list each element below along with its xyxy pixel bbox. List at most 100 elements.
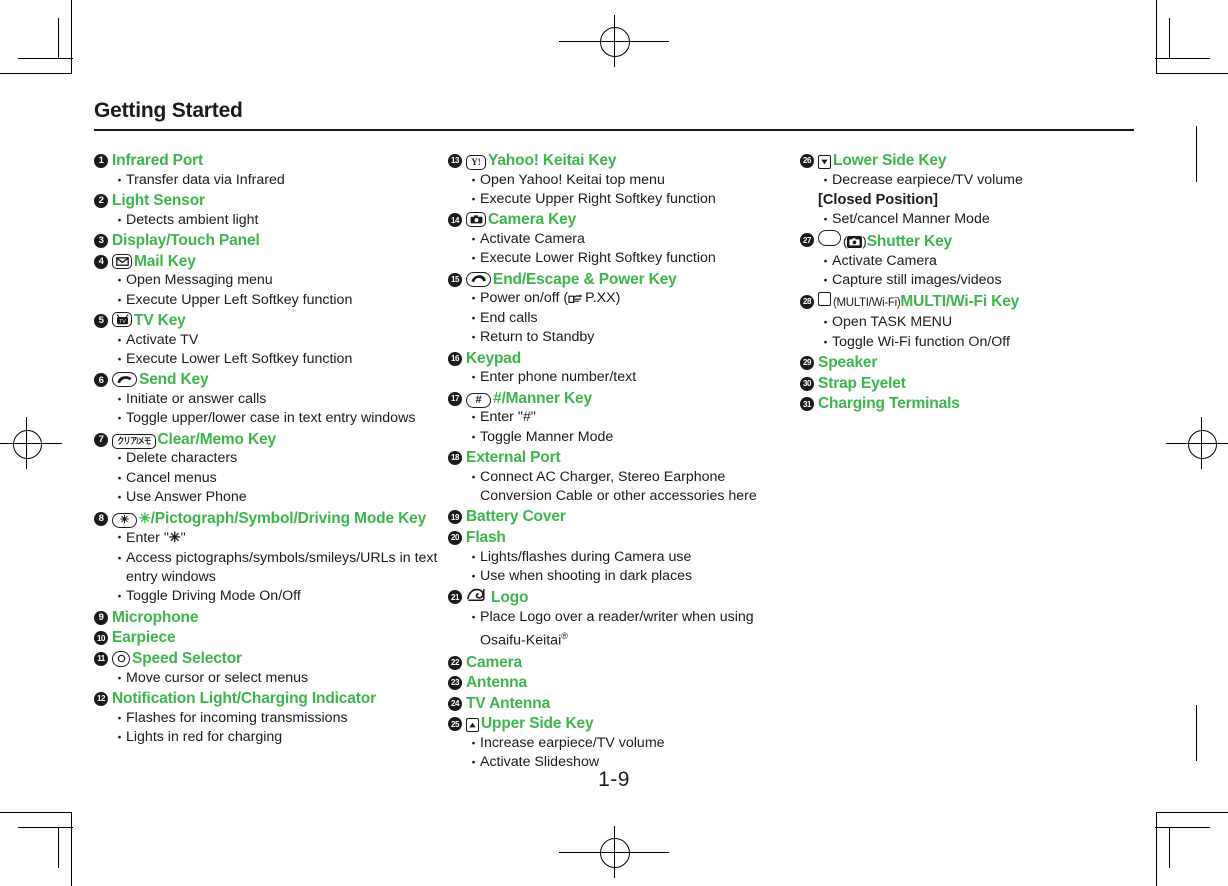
- bullet-dot: ・: [113, 332, 127, 348]
- bullet-dot: ・: [819, 254, 833, 269]
- tv-key-icon: TV: [112, 312, 132, 327]
- entry-label: TV Key: [134, 312, 186, 329]
- entry-heading: 10 Earpiece: [94, 628, 442, 648]
- bullet-dot: ・: [467, 610, 481, 626]
- entry-detail-text: Lights/flashes during Camera use: [480, 548, 692, 565]
- title-divider: [94, 129, 1134, 131]
- entry-detail-text: Flashes for incoming transmissions: [126, 709, 348, 726]
- entry-detail: ・ Enter phone number/text: [448, 368, 793, 387]
- bullet-dot: ・: [819, 212, 833, 227]
- entry-heading: 8 ✳ ✳/Pictograph/Symbol/Driving Mode Key: [94, 509, 442, 529]
- entry-detail-text: Place Logo over a reader/writer when usi…: [480, 609, 754, 650]
- col-2: 13 Y! Yahoo! Keitai Key ・ Open Yahoo! Keitai…: [448, 150, 793, 773]
- entry-detail-text: Power on/off (P.XX): [480, 290, 621, 307]
- entry-heading: 7 クリア/メモ Clear/Memo Key: [94, 430, 442, 450]
- entry-detail: ・ Detects ambient light: [94, 211, 442, 230]
- entry-number: 30: [800, 376, 814, 391]
- feature-entry: 30 Strap Eyelet: [800, 374, 1140, 394]
- entry-detail-text: Enter "#": [480, 409, 536, 426]
- feature-entry: 14 Camera Key ・ Activate Camera ・ Execute Low…: [448, 210, 793, 268]
- bullet-dot: ・: [113, 730, 127, 746]
- entry-detail-text: Cancel menus: [126, 469, 217, 486]
- entry-detail-text: Transfer data via Infrared: [126, 171, 285, 188]
- entry-label: MULTI/Wi-Fi Key: [900, 292, 1020, 310]
- entry-number: 14: [448, 213, 462, 228]
- entry-number: 9: [94, 610, 108, 625]
- feature-entry: 9 Microphone: [94, 608, 442, 628]
- entry-detail: ・ Set/cancel Manner Mode: [800, 210, 1140, 229]
- entry-detail: ・ Connect AC Charger, Stereo Earphone Con…: [448, 468, 793, 507]
- entry-number: 25: [448, 717, 462, 732]
- bullet-dot: ・: [113, 172, 127, 188]
- entry-heading: 14 Camera Key: [448, 210, 793, 230]
- entry-number: 4: [94, 254, 108, 269]
- entry-detail-text: Access pictographs/symbols/smileys/URLs …: [126, 549, 438, 586]
- entry-detail: ・ Activate TV: [94, 331, 442, 350]
- entry-detail-text: Connect AC Charger, Stereo Earphone Conv…: [480, 468, 757, 505]
- entry-heading: 29 Speaker: [800, 353, 1140, 373]
- entry-number: 10: [94, 631, 108, 646]
- entry-detail-text: Initiate or answer calls: [126, 391, 267, 407]
- entry-number: 22: [448, 655, 462, 670]
- entry-number: 1: [94, 154, 108, 168]
- entry-label: Antenna: [466, 674, 527, 692]
- entry-label: #/Manner Key: [493, 389, 592, 407]
- feature-entry: 5 TV TV Key ・ Activate TV ・ Execute Lower Left…: [94, 311, 442, 369]
- entry-detail-text: Use Answer Phone: [126, 489, 247, 506]
- feature-entry: 13 Y! Yahoo! Keitai Key ・ Open Yahoo! Keitai…: [448, 151, 793, 209]
- entry-number: 26: [800, 154, 814, 168]
- entry-heading: 31 Charging Terminals: [800, 394, 1140, 414]
- entry-detail: ・ Toggle Driving Mode On/Off: [94, 587, 442, 606]
- felica-logo-icon: [466, 587, 487, 602]
- entry-detail: ・ Move cursor or select menus: [94, 669, 442, 688]
- feature-entry: 22 Camera: [448, 653, 793, 673]
- feature-entry: 19 Battery Cover: [448, 507, 793, 527]
- entry-label: Mail Key: [134, 252, 196, 270]
- entry-detail-text: Return to Standby: [480, 329, 595, 346]
- entry-detail-text: Activate TV: [126, 331, 199, 348]
- entry-detail: ・ Lights/flashes during Camera use: [448, 548, 793, 567]
- entry-heading: 9 Microphone: [94, 608, 442, 628]
- entry-number: 28: [800, 294, 814, 309]
- feature-entry: 7 クリア/メモ Clear/Memo Key ・ Delete characters ・…: [94, 430, 442, 508]
- page-number: 1-9: [598, 768, 630, 791]
- bullet-dot: ・: [113, 352, 127, 367]
- entry-label: Infrared Port: [112, 152, 204, 169]
- entry-detail-text: Toggle Driving Mode On/Off: [126, 588, 301, 605]
- entry-detail: ・ Lights in red for charging: [94, 728, 442, 747]
- bullet-dot: ・: [113, 589, 127, 605]
- feature-entry: 11 Speed Selector ・ Move cursor or select m…: [94, 649, 442, 688]
- feature-entry: 3 Display/Touch Panel: [94, 231, 442, 251]
- entry-label: ✳/Pictograph/Symbol/Driving Mode Key: [139, 509, 427, 527]
- asterisk-symbol: ✳: [168, 529, 181, 546]
- entry-detail-text: Move cursor or select menus: [126, 669, 309, 686]
- entry-detail: ・ Toggle upper/lower case in text entry w…: [94, 409, 442, 428]
- feature-entry: 17 # #/Manner Key ・ Enter "#" ・ Toggle Manner …: [448, 389, 793, 447]
- entry-label: Upper Side Key: [481, 715, 594, 733]
- entry-detail: ・ Transfer data via Infrared: [94, 171, 442, 190]
- bullet-dot: ・: [467, 410, 481, 426]
- feature-entry: 24 TV Antenna: [448, 694, 793, 714]
- entry-heading: 17 # #/Manner Key: [448, 389, 793, 409]
- feature-entry: 18 External Port ・ Connect AC Charger, Ster…: [448, 448, 793, 506]
- entry-detail: ・ Execute Lower Right Softkey function: [448, 249, 793, 268]
- entry-detail: ・ Capture still images/videos: [800, 271, 1140, 290]
- entry-detail: ・ Toggle Manner Mode: [448, 428, 793, 447]
- bullet-dot: ・: [113, 273, 127, 289]
- entry-heading: 19 Battery Cover: [448, 507, 793, 527]
- entry-detail-text: Execute Lower Right Softkey function: [480, 250, 716, 267]
- bullet-dot: ・: [467, 310, 481, 326]
- feature-entry: 1 Infrared Port ・ Transfer data via Infrare…: [94, 151, 442, 190]
- hash-key-icon: #: [466, 392, 491, 408]
- feature-entry: 6 Send Key ・ Initiate or answer calls ・ Toggl…: [94, 370, 442, 428]
- shutter-key-icon: [818, 230, 841, 247]
- bullet-dot: ・: [113, 212, 127, 228]
- entry-detail: ・ Power on/off (P.XX): [448, 289, 793, 308]
- entry-detail-text: Execute Upper Left Softkey function: [126, 291, 353, 308]
- entry-label: Clear/Memo Key: [157, 430, 277, 448]
- entry-label: Flash: [466, 529, 506, 547]
- entry-heading: 3 Display/Touch Panel: [94, 231, 442, 251]
- bullet-dot: ・: [467, 569, 481, 585]
- entry-number: 23: [448, 676, 462, 691]
- entry-number: 3: [94, 234, 108, 248]
